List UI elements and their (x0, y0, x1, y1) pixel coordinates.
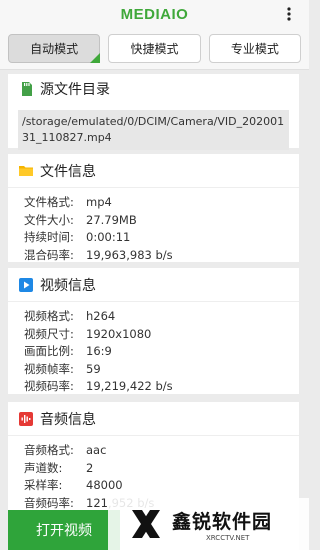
info-row: 视频帧率: 59 (24, 361, 299, 379)
watermark-text: 鑫锐软件园 XRCCTV.NET (172, 507, 272, 542)
info-row: 文件格式: mp4 (24, 194, 299, 212)
info-key: 文件大小: (24, 212, 74, 227)
info-row: 采样率: 48000 (24, 477, 299, 495)
info-value: 19,219,422 b/s (86, 379, 173, 393)
info-key: 音频格式: (24, 443, 74, 457)
open-video-label: 打开视频 (36, 523, 92, 539)
info-row: 声道数: 2 (24, 460, 299, 478)
section-title: 源文件目录 (40, 82, 110, 98)
info-value: 48000 (86, 478, 123, 492)
info-key: 声道数: (24, 460, 63, 475)
info-row: 视频尺寸: 1920x1080 (24, 326, 299, 344)
file-info-section: 文件信息 文件格式: mp4 文件大小: 27.79MB 持续时间: 0:00:11 … (8, 154, 299, 262)
info-row: 混合码率: 19,963,983 b/s (24, 247, 299, 265)
info-value: 19,963,983 b/s (86, 247, 173, 262)
file-info-rows: 文件格式: mp4 文件大小: 27.79MB 持续时间: 0:00:11 混合码率:… (8, 188, 299, 264)
info-value: h264 (86, 309, 116, 323)
watermark-cn: 鑫锐软件园 (172, 510, 273, 533)
tab-label: 自动模式 (30, 42, 79, 56)
file-info-header: 文件信息 (8, 154, 299, 188)
tab-auto-mode[interactable]: 自动模式 (8, 34, 101, 63)
info-key: 画面比例: (24, 344, 74, 358)
info-key: 持续时间: (24, 230, 74, 244)
info-key: 视频格式: (24, 309, 74, 323)
folder-icon (18, 163, 34, 179)
watermark-logo-icon (132, 510, 160, 538)
info-row: 视频格式: h264 (24, 308, 299, 326)
section-title: 视频信息 (40, 277, 96, 294)
info-row: 画面比例: 16:9 (24, 343, 299, 361)
section-title: 音频信息 (40, 411, 96, 428)
info-value: aac (86, 443, 107, 457)
info-value: 0:00:11 (86, 230, 131, 244)
sd-card-icon (18, 81, 34, 97)
watermark: 鑫锐软件园 XRCCTV.NET (108, 498, 309, 550)
info-value: mp4 (86, 195, 112, 209)
tab-quick-mode[interactable]: 快捷模式 (108, 34, 201, 63)
source-header: 源文件目录 (8, 74, 299, 104)
video-info-rows: 视频格式: h264 视频尺寸: 1920x1080 画面比例: 16:9 视频帧率:… (8, 302, 299, 396)
info-key: 文件格式: (24, 195, 74, 209)
audio-info-header: 音频信息 (8, 402, 299, 436)
info-key: 视频尺寸: (24, 326, 74, 341)
video-info-header: 视频信息 (8, 268, 299, 302)
info-value: 16:9 (86, 344, 112, 358)
info-value: 2 (86, 460, 94, 475)
selected-check-icon (90, 53, 101, 63)
app-bar: MEDIAIO (0, 0, 309, 28)
info-value: 27.79MB (86, 212, 137, 227)
open-video-button[interactable]: 打开视频 (8, 510, 120, 550)
more-options-icon[interactable] (279, 4, 299, 24)
info-key: 混合码率: (24, 247, 74, 262)
video-info-section: 视频信息 视频格式: h264 视频尺寸: 1920x1080 画面比例: 16:9 … (8, 268, 299, 394)
tab-pro-mode[interactable]: 专业模式 (208, 34, 301, 63)
source-path: /storage/emulated/0/DCIM/Camera/VID_2020… (18, 110, 289, 150)
info-key: 视频码率: (24, 379, 74, 393)
info-row: 文件大小: 27.79MB (24, 212, 299, 230)
tab-label: 专业模式 (230, 42, 279, 56)
audio-wave-icon (18, 411, 34, 427)
mode-tabs: 自动模式 快捷模式 专业模式 (0, 28, 309, 70)
info-key: 采样率: (24, 478, 63, 492)
video-icon (18, 277, 34, 293)
info-key: 视频帧率: (24, 361, 74, 376)
info-value: 1920x1080 (86, 326, 152, 341)
info-row: 视频码率: 19,219,422 b/s (24, 378, 299, 396)
app-brand-logo: MEDIAIO (120, 5, 189, 23)
info-row: 持续时间: 0:00:11 (24, 229, 299, 247)
section-title: 文件信息 (40, 163, 96, 180)
info-row: 音频格式: aac (24, 442, 299, 460)
tab-label: 快捷模式 (130, 42, 179, 56)
source-section: 源文件目录 /storage/emulated/0/DCIM/Camera/VI… (8, 74, 299, 150)
info-value: 59 (86, 361, 101, 376)
watermark-en: XRCCTV.NET (206, 533, 250, 542)
